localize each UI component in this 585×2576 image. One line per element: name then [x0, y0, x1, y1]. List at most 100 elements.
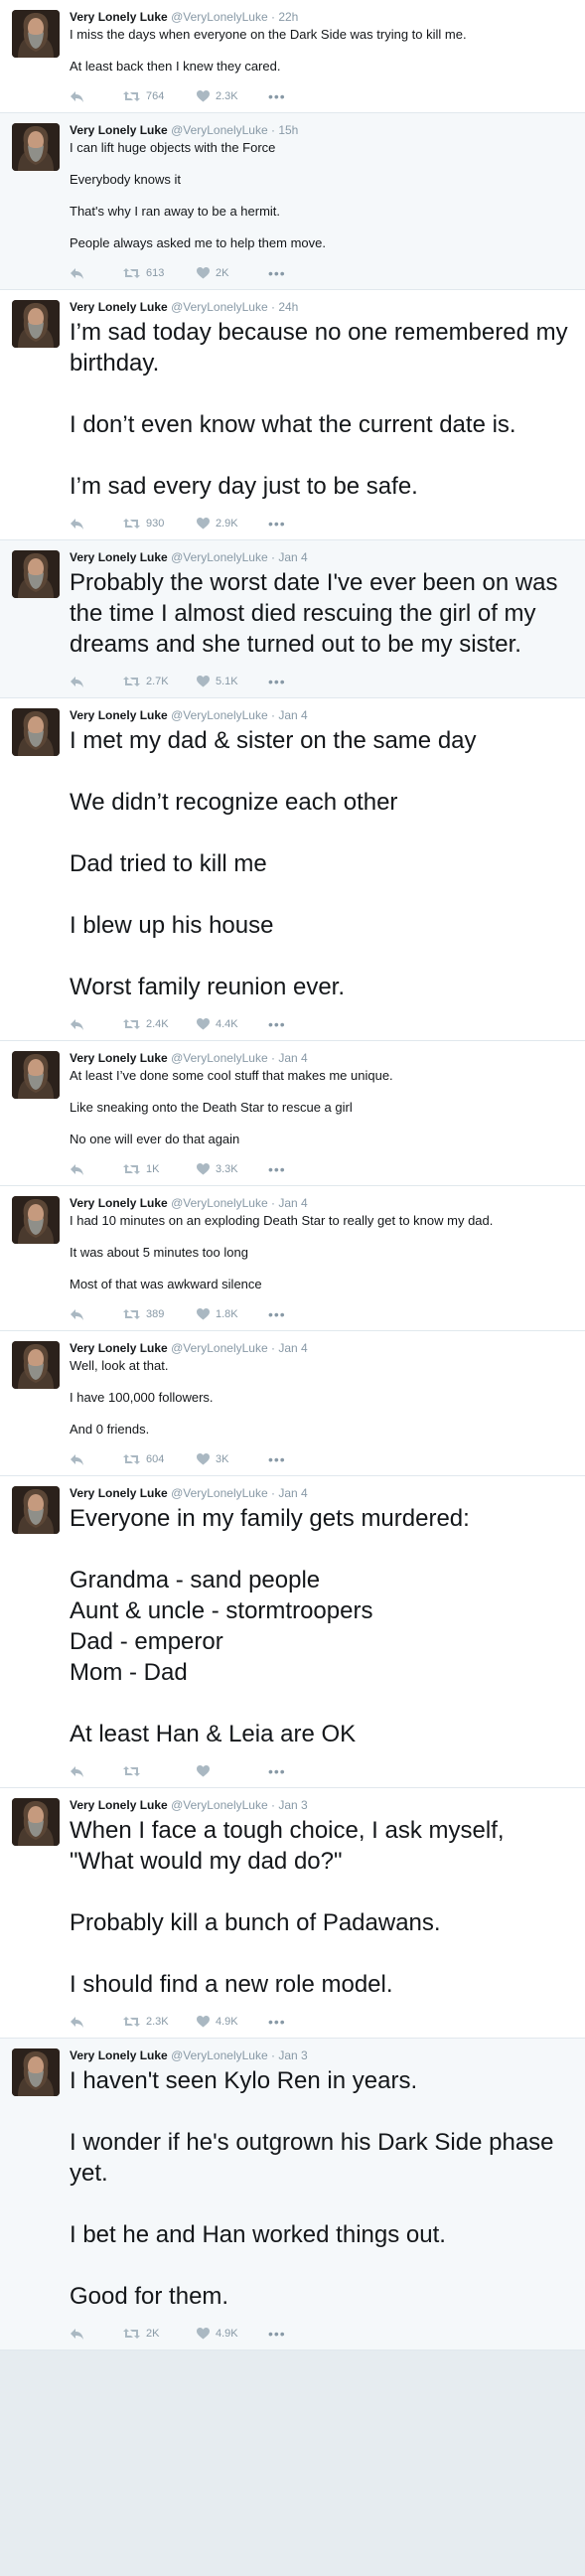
tweet[interactable]: Very Lonely Luke @VeryLonelyLuke · Jan 3…	[0, 2039, 585, 2350]
reply-button[interactable]	[70, 90, 123, 103]
more-button[interactable]: •••	[268, 1763, 286, 1779]
display-name[interactable]: Very Lonely Luke	[70, 2048, 168, 2062]
retweet-button[interactable]: 613	[123, 267, 197, 279]
timestamp[interactable]: Jan 4	[278, 708, 307, 722]
user-handle[interactable]: @VeryLonelyLuke	[171, 123, 268, 137]
retweet-button[interactable]: 930	[123, 518, 197, 530]
avatar[interactable]	[12, 1341, 60, 1389]
avatar[interactable]	[12, 550, 60, 598]
display-name[interactable]: Very Lonely Luke	[70, 300, 168, 314]
retweet-button[interactable]: 2.4K	[123, 1018, 197, 1030]
tweet[interactable]: Very Lonely Luke @VeryLonelyLuke · Jan 4…	[0, 1476, 585, 1788]
timestamp[interactable]: 15h	[278, 123, 298, 137]
timestamp[interactable]: Jan 3	[278, 1798, 307, 1812]
more-button[interactable]: •••	[268, 1016, 286, 1032]
user-handle[interactable]: @VeryLonelyLuke	[171, 2048, 268, 2062]
more-button[interactable]: •••	[268, 2326, 286, 2342]
display-name[interactable]: Very Lonely Luke	[70, 708, 168, 722]
display-name[interactable]: Very Lonely Luke	[70, 1051, 168, 1065]
timestamp[interactable]: Jan 4	[278, 1486, 307, 1500]
more-button[interactable]: •••	[268, 674, 286, 689]
avatar[interactable]	[12, 1798, 60, 1846]
timestamp[interactable]: Jan 3	[278, 2048, 307, 2062]
user-handle[interactable]: @VeryLonelyLuke	[171, 550, 268, 564]
like-button[interactable]: 4.9K	[197, 2328, 268, 2340]
reply-button[interactable]	[70, 1163, 123, 1176]
display-name[interactable]: Very Lonely Luke	[70, 123, 168, 137]
avatar[interactable]	[12, 1051, 60, 1099]
more-button[interactable]: •••	[268, 516, 286, 531]
user-handle[interactable]: @VeryLonelyLuke	[171, 1196, 268, 1210]
display-name[interactable]: Very Lonely Luke	[70, 1486, 168, 1500]
reply-button[interactable]	[70, 676, 123, 688]
like-button[interactable]: 2.9K	[197, 518, 268, 530]
more-button[interactable]: •••	[268, 1451, 286, 1467]
timestamp[interactable]: Jan 4	[278, 1051, 307, 1065]
like-button[interactable]: 4.4K	[197, 1018, 268, 1030]
more-button[interactable]: •••	[268, 1161, 286, 1177]
tweet[interactable]: Very Lonely Luke @VeryLonelyLuke · Jan 4…	[0, 1331, 585, 1476]
more-button[interactable]: •••	[268, 2014, 286, 2030]
display-name[interactable]: Very Lonely Luke	[70, 1341, 168, 1355]
tweet[interactable]: Very Lonely Luke @VeryLonelyLuke · Jan 4…	[0, 1041, 585, 1186]
tweet[interactable]: Very Lonely Luke @VeryLonelyLuke · Jan 4…	[0, 698, 585, 1041]
retweet-button[interactable]: 2.7K	[123, 676, 197, 687]
avatar[interactable]	[12, 2048, 60, 2096]
timestamp[interactable]: Jan 4	[278, 1341, 307, 1355]
user-handle[interactable]: @VeryLonelyLuke	[171, 1051, 268, 1065]
user-handle[interactable]: @VeryLonelyLuke	[171, 1798, 268, 1812]
more-button[interactable]: •••	[268, 1306, 286, 1322]
user-handle[interactable]: @VeryLonelyLuke	[171, 1341, 268, 1355]
like-button[interactable]: 3.3K	[197, 1163, 268, 1175]
display-name[interactable]: Very Lonely Luke	[70, 550, 168, 564]
tweet[interactable]: Very Lonely Luke @VeryLonelyLuke · Jan 4…	[0, 540, 585, 698]
reply-button[interactable]	[70, 518, 123, 530]
reply-button[interactable]	[70, 1453, 123, 1466]
user-handle[interactable]: @VeryLonelyLuke	[171, 1486, 268, 1500]
timestamp[interactable]: Jan 4	[278, 550, 307, 564]
more-button[interactable]: •••	[268, 265, 286, 281]
like-button[interactable]: 2K	[197, 267, 268, 279]
timestamp[interactable]: Jan 4	[278, 1196, 307, 1210]
like-button[interactable]: 4.9K	[197, 2016, 268, 2028]
avatar[interactable]	[12, 1486, 60, 1534]
reply-button[interactable]	[70, 1765, 123, 1778]
more-button[interactable]: •••	[268, 88, 286, 104]
tweet[interactable]: Very Lonely Luke @VeryLonelyLuke · Jan 4…	[0, 1186, 585, 1331]
reply-button[interactable]	[70, 2016, 123, 2029]
retweet-button[interactable]: 389	[123, 1308, 197, 1320]
display-name[interactable]: Very Lonely Luke	[70, 1196, 168, 1210]
user-handle[interactable]: @VeryLonelyLuke	[171, 10, 268, 24]
reply-button[interactable]	[70, 267, 123, 280]
retweet-button[interactable]: 2.3K	[123, 2016, 197, 2028]
tweet[interactable]: Very Lonely Luke @VeryLonelyLuke · 24h I…	[0, 290, 585, 540]
display-name[interactable]: Very Lonely Luke	[70, 10, 168, 24]
like-button[interactable]: 1.8K	[197, 1308, 268, 1320]
like-button[interactable]: 2.3K	[197, 90, 268, 102]
avatar[interactable]	[12, 10, 60, 58]
retweet-button[interactable]: 1K	[123, 1163, 197, 1175]
reply-button[interactable]	[70, 1018, 123, 1031]
reply-button[interactable]	[70, 2328, 123, 2341]
timestamp[interactable]: 24h	[278, 300, 298, 314]
tweet[interactable]: Very Lonely Luke @VeryLonelyLuke · 22h I…	[0, 0, 585, 113]
retweet-button[interactable]	[123, 1765, 197, 1777]
retweet-button[interactable]: 604	[123, 1453, 197, 1465]
display-name[interactable]: Very Lonely Luke	[70, 1798, 168, 1812]
reply-button[interactable]	[70, 1308, 123, 1321]
like-button[interactable]	[197, 1765, 268, 1777]
timestamp[interactable]: 22h	[278, 10, 298, 24]
retweet-button[interactable]: 764	[123, 90, 197, 102]
retweet-button[interactable]: 2K	[123, 2328, 197, 2340]
like-count: 5.1K	[216, 676, 238, 687]
avatar[interactable]	[12, 300, 60, 348]
like-button[interactable]: 3K	[197, 1453, 268, 1465]
avatar[interactable]	[12, 123, 60, 171]
avatar[interactable]	[12, 1196, 60, 1244]
like-button[interactable]: 5.1K	[197, 676, 268, 687]
tweet[interactable]: Very Lonely Luke @VeryLonelyLuke · 15h I…	[0, 113, 585, 290]
tweet[interactable]: Very Lonely Luke @VeryLonelyLuke · Jan 3…	[0, 1788, 585, 2039]
user-handle[interactable]: @VeryLonelyLuke	[171, 708, 268, 722]
user-handle[interactable]: @VeryLonelyLuke	[171, 300, 268, 314]
avatar[interactable]	[12, 708, 60, 756]
